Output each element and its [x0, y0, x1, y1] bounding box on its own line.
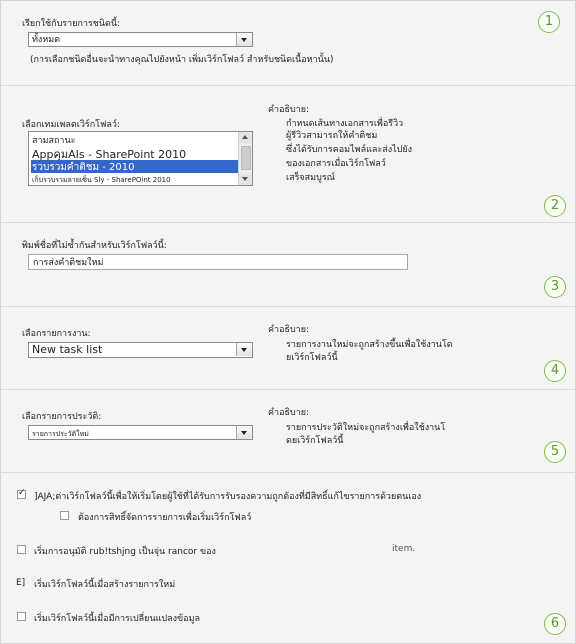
allow-manual-start-checkbox[interactable]	[17, 488, 26, 499]
start-approval-checkbox[interactable]	[17, 545, 26, 554]
require-manage-permission-label: ต้องการสิทธิ์จัดการรายการเพื่อเริ่มเวิร์…	[78, 513, 252, 523]
step-badge-6: 6	[544, 613, 566, 635]
workflow-name-field[interactable]	[28, 254, 408, 270]
content-type-note: (การเลือกชนิดอื่นจะนำทางคุณไปยังหน้า เพิ…	[30, 55, 334, 65]
template-description-line: เสร็จสมบูรณ์	[286, 173, 335, 183]
template-option-selected[interactable]: รวบรวมคำติชม - 2010	[31, 160, 238, 173]
template-description-line: ซึ่งได้รับการคอมไพล์และส่งไปยัง	[286, 145, 413, 155]
section-divider	[0, 85, 576, 86]
template-listbox[interactable]: สามสถานะ AppคุมAIs - SharePoint 2010 รวบ…	[28, 131, 253, 186]
section-divider	[0, 472, 576, 473]
step-badge-1: 1	[538, 11, 560, 33]
start-approval-suffix: item.	[392, 544, 416, 554]
history-list-description-line: รายการประวัติใหม่จะถูกสร้างเพื่อใช้งานโ	[286, 423, 446, 433]
content-type-select[interactable]: ทั้งหมด	[28, 32, 253, 47]
scroll-thumb[interactable]	[241, 146, 251, 170]
template-label: เลือกเทมเพลตเวิร์กโฟลว์:	[22, 120, 120, 130]
content-type-label: เรียกใช้กับรายการชนิดนี้:	[22, 19, 121, 29]
start-on-create-checkbox[interactable]: E]	[16, 578, 25, 588]
start-on-change-label: เริ่มเวิร์กโฟลว์นี้เมื่อมีการเปลี่ยนแปลง…	[34, 614, 201, 624]
dropdown-arrow-icon[interactable]	[236, 426, 252, 439]
workflow-name-label: พิมพ์ชื่อที่ไม่ซ้ำกันสำหรับเวิร์กโฟลว์นี…	[22, 241, 167, 251]
template-description-title: คำอธิบาย:	[268, 105, 310, 115]
require-manage-permission-checkbox[interactable]	[60, 511, 69, 520]
task-list-label: เลือกรายการงาน:	[22, 329, 91, 339]
step-badge-4: 4	[544, 360, 566, 382]
section-divider	[0, 222, 576, 223]
dropdown-arrow-icon[interactable]	[236, 33, 252, 46]
section-divider	[0, 306, 576, 307]
step-badge-5: 5	[544, 441, 566, 463]
history-list-description-title: คำอธิบาย:	[268, 408, 310, 418]
scroll-up-icon[interactable]	[239, 132, 252, 143]
start-on-change-checkbox[interactable]	[17, 612, 26, 621]
history-list-label: เลือกรายการประวัติ:	[22, 412, 102, 422]
template-description-line: ของเอกสารเมื่อเวิร์กโฟลว์	[286, 159, 386, 169]
template-description-line: ผู้รีวิวสามารถให้คำติชม	[286, 131, 378, 141]
template-scrollbar[interactable]	[238, 132, 252, 185]
history-list-description-line: ดยเวิร์กโฟลว์นี้	[286, 436, 344, 446]
workflow-name-input[interactable]	[29, 255, 407, 269]
step-badge-3: 3	[544, 276, 566, 298]
task-list-description-line: ยเวิร์กโฟลว์นี้	[286, 353, 338, 363]
allow-manual-start-label: ]AJA;ต่าเวิร์กโฟลว์นี้เพื่อให้เริ่มโดยผู…	[34, 492, 422, 502]
task-list-value: New task list	[32, 343, 103, 356]
task-list-description-title: คำอธิบาย:	[268, 325, 310, 335]
history-list-value: รายการประวัติใหม่	[32, 430, 89, 438]
step-badge-2: 2	[544, 195, 566, 217]
scroll-down-icon[interactable]	[239, 174, 252, 185]
content-type-value: ทั้งหมด	[32, 35, 61, 45]
history-list-select[interactable]: รายการประวัติใหม่	[28, 425, 253, 440]
start-approval-label: เริ่มการอนุมัติ rub!tshjng เป็นจุ่น ranc…	[34, 547, 216, 557]
start-on-create-label: เริ่มเวิร์กโฟลว์นี้เมื่อสร้างรายการใหม่	[34, 580, 176, 590]
section-divider	[0, 389, 576, 390]
task-list-select[interactable]: New task list	[28, 342, 253, 358]
task-list-description-line: รายการงานใหม่จะถูกสร้างขึ้นเพื่อใช้งานโด	[286, 340, 453, 350]
dropdown-arrow-icon[interactable]	[236, 343, 252, 356]
template-option[interactable]: เก็บรวบรวมลายเซ็น Sly - SharePOint 2010	[31, 175, 238, 185]
